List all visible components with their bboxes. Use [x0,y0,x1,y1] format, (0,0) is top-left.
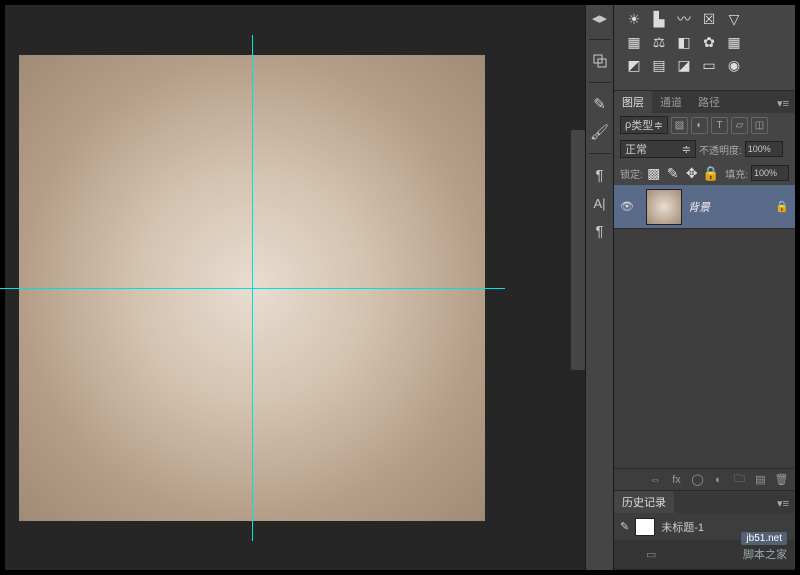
link-layers-icon[interactable]: ⇔ [648,472,663,487]
swap-colors-icon[interactable] [591,52,609,70]
lock-position-icon[interactable]: ✥ [684,165,700,181]
history-brush-icon[interactable]: ✎ [620,520,629,533]
history-snapshot[interactable]: ✎ 未标题-1 [614,513,795,541]
horizontal-guide[interactable] [0,288,505,289]
vertical-scrollbar[interactable] [571,130,585,370]
threshold-icon[interactable]: ◪ [676,57,692,73]
balance-icon[interactable]: ⚖ [651,34,667,50]
layer-mask-icon[interactable]: ◯ [690,472,705,487]
layer-row-background[interactable]: 👁 背景 🔒 [614,185,795,229]
filter-shape-icon[interactable]: ▱ [731,117,748,134]
history-step[interactable]: ▭ [614,541,795,569]
layer-list: 👁 背景 🔒 [614,185,795,468]
layer-fx-icon[interactable]: fx [669,472,684,487]
expand-panel-icon[interactable]: ◂▸ [591,9,609,27]
brush-preset-icon[interactable]: 🖌 [591,123,609,141]
layer-thumbnail[interactable] [646,189,682,225]
panel-menu-icon[interactable]: ▾≡ [771,94,795,113]
vibrance-icon[interactable]: ▽ [726,11,742,27]
lock-transparent-icon[interactable]: ▩ [646,165,662,181]
lock-pixels-icon[interactable]: ✎ [665,165,681,181]
brightness-icon[interactable]: ☀ [626,11,642,27]
new-layer-icon[interactable]: ▤ [753,472,768,487]
right-panel-stack: ☀ ▙ 〰 ☒ ▽ ▦ ⚖ ◧ ✿ ▦ ◩ ▤ ◪ ▭ ◉ 图层 通道 路径 ▾… [613,5,795,570]
lock-all-icon[interactable]: 🔒 [703,165,719,181]
photo-filter-icon[interactable]: ✿ [701,34,717,50]
lock-indicator-icon: 🔒 [775,200,795,213]
filter-pixel-icon[interactable]: ▧ [671,117,688,134]
canvas-area [5,5,585,570]
history-menu-icon[interactable]: ▾≡ [771,494,795,513]
gradient-map-icon[interactable]: ▭ [701,57,717,73]
tab-paths[interactable]: 路径 [690,91,728,113]
hue-icon[interactable]: ▦ [626,34,642,50]
layers-panel-tabs: 图层 通道 路径 ▾≡ [614,91,795,113]
layers-panel: 图层 通道 路径 ▾≡ ρ 类型 ≑ ▧ ◐ T ▱ ◫ 正常≑ 不透明度: 1… [614,91,795,491]
history-doc-name: 未标题-1 [661,519,704,535]
filter-type-select[interactable]: ρ 类型 ≑ [620,116,668,134]
new-group-icon[interactable]: 🗀 [732,472,747,487]
tab-layers[interactable]: 图层 [614,91,652,113]
visibility-toggle-icon[interactable]: 👁 [614,200,640,213]
opacity-input[interactable]: 100% [745,141,783,157]
document-canvas[interactable] [19,55,485,521]
new-fill-icon[interactable]: ◐ [711,472,726,487]
filter-smart-icon[interactable]: ◫ [751,117,768,134]
character-tool-icon[interactable]: A| [591,194,609,212]
exposure-icon[interactable]: ☒ [701,11,717,27]
levels-icon[interactable]: ▙ [651,11,667,27]
history-thumbnail [635,518,655,536]
curves-icon[interactable]: 〰 [676,11,692,27]
selective-color-icon[interactable]: ◉ [726,57,742,73]
adjustments-panel: ☀ ▙ 〰 ☒ ▽ ▦ ⚖ ◧ ✿ ▦ ◩ ▤ ◪ ▭ ◉ [614,5,795,91]
tab-channels[interactable]: 通道 [652,91,690,113]
tab-history[interactable]: 历史记录 [614,491,674,513]
layer-name-label[interactable]: 背景 [688,199,775,215]
fill-label: 填充: [725,166,748,181]
blend-mode-select[interactable]: 正常≑ [620,140,696,158]
channel-mixer-icon[interactable]: ▦ [726,34,742,50]
paragraph-tool-icon[interactable]: ¶ [591,166,609,184]
opacity-label: 不透明度: [699,142,742,157]
history-panel: 历史记录 ▾≡ ✎ 未标题-1 ▭ [614,491,795,570]
brush-tool-icon[interactable]: ✎ [591,95,609,113]
posterize-icon[interactable]: ▤ [651,57,667,73]
layers-panel-footer: ⇔ fx ◯ ◐ 🗀 ▤ 🗑 [614,468,795,490]
fill-input[interactable]: 100% [751,165,789,181]
lock-label: 锁定: [620,166,643,181]
type-tool-icon[interactable]: ¶ [591,222,609,240]
bw-icon[interactable]: ◧ [676,34,692,50]
delete-layer-icon[interactable]: 🗑 [774,472,789,487]
filter-type-icon[interactable]: T [711,117,728,134]
invert-icon[interactable]: ◩ [626,57,642,73]
filter-adjust-icon[interactable]: ◐ [691,117,708,134]
collapsed-toolbar: ◂▸ ✎ 🖌 ¶ A| ¶ [585,5,613,570]
